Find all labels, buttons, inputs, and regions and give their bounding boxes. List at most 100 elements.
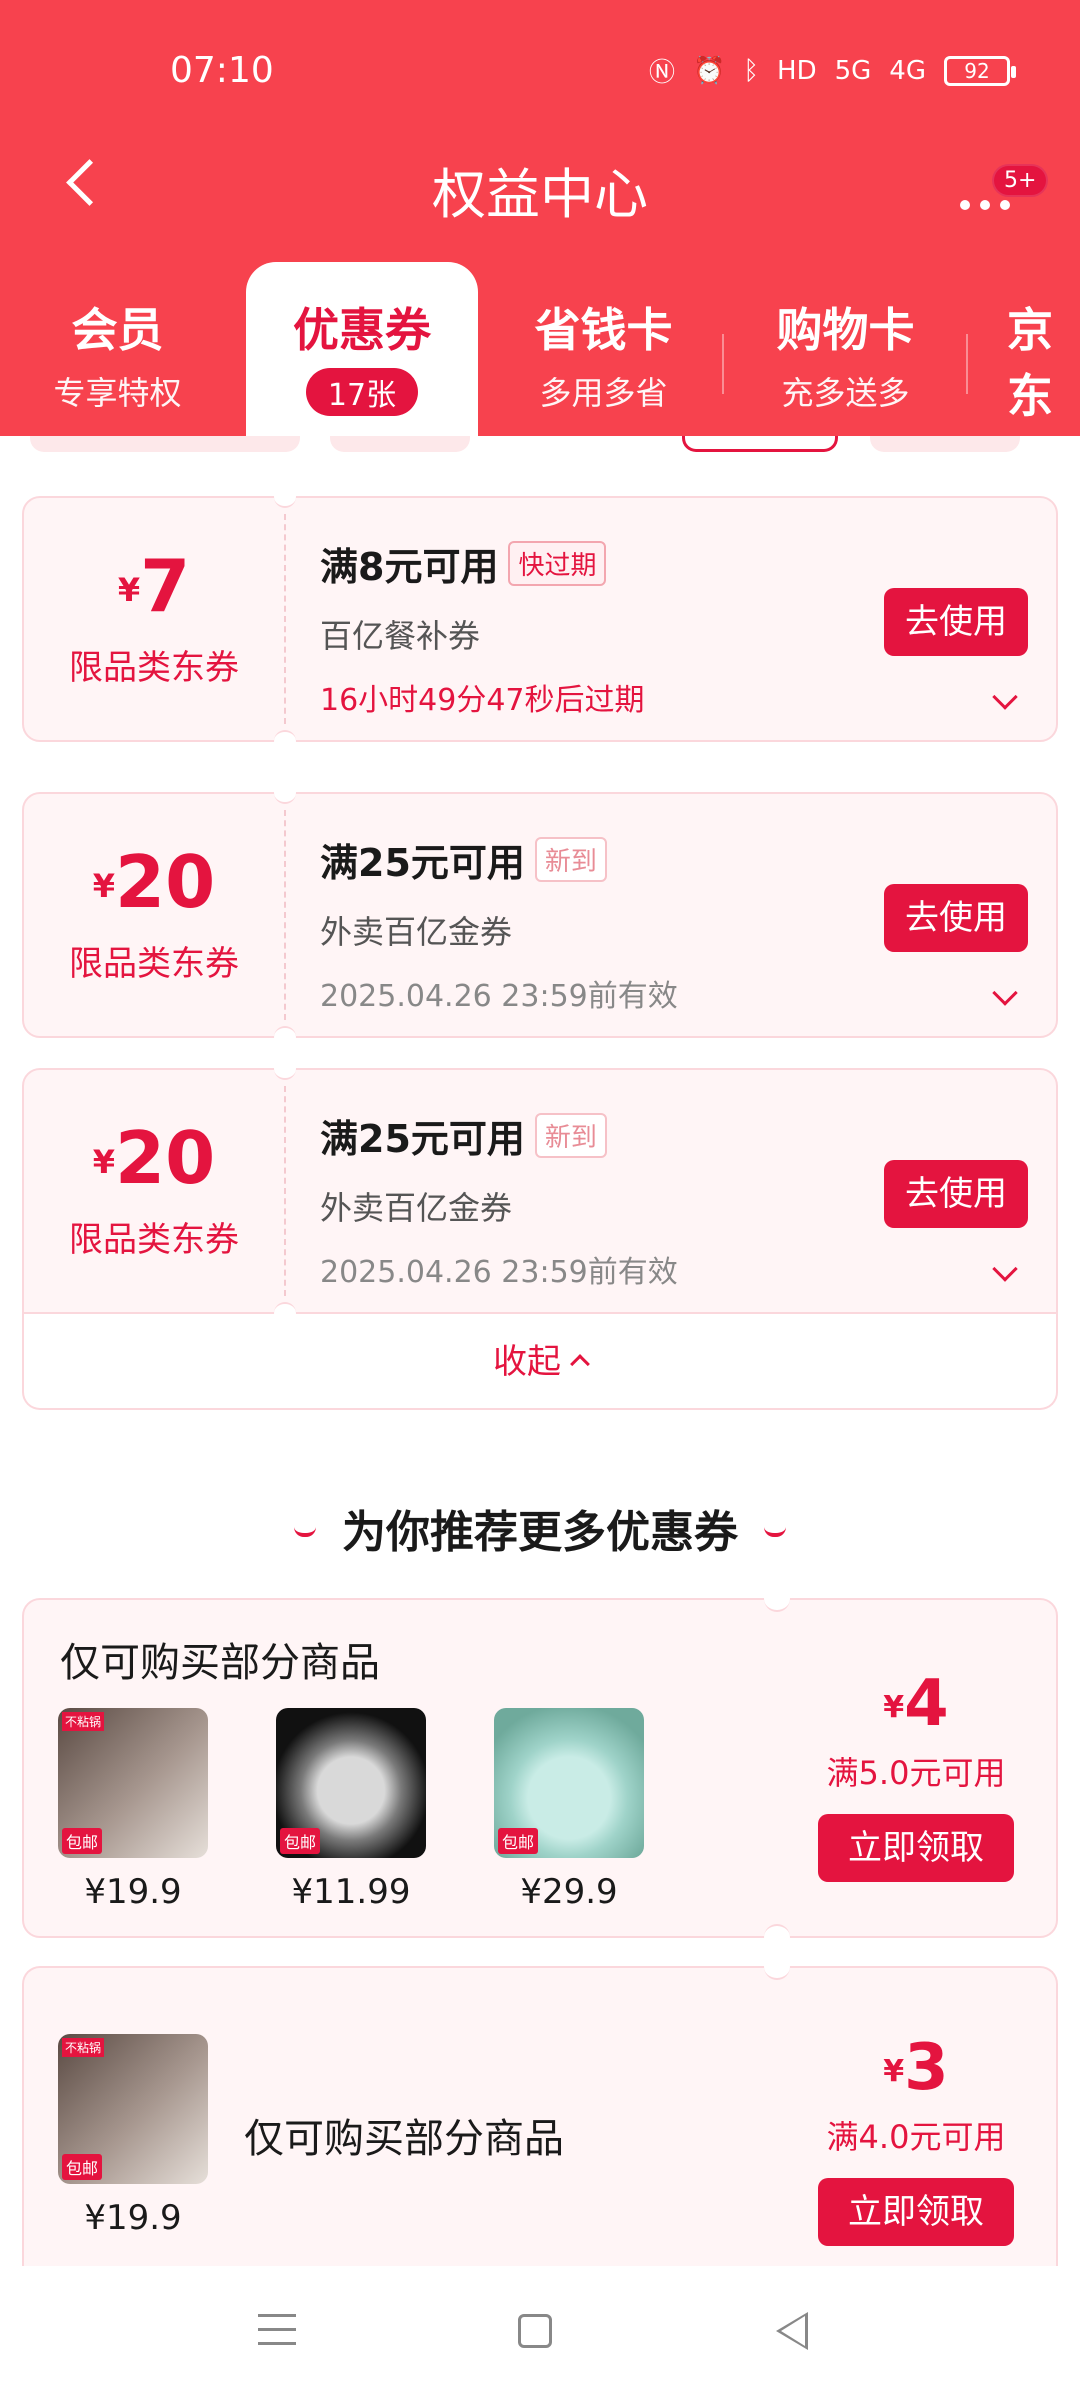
product-price: ¥11.99 (291, 1872, 411, 1912)
claim-button[interactable]: 立即领取 (818, 1814, 1014, 1882)
currency-symbol: ¥ (883, 2054, 905, 2089)
product-item[interactable]: 不粘锅 包邮 ¥19.9 (58, 1708, 208, 1912)
coupon-condition: 满4.0元可用 (826, 2118, 1006, 2156)
title-bar: 权益中心 5+ (0, 130, 1080, 240)
recommend-value: ¥3 满4.0元可用 立即领取 (816, 2036, 1016, 2246)
coupon-amount: 4 (904, 1667, 949, 1741)
tab-divider (722, 334, 724, 394)
recommend-title: 仅可购买部分商品 (60, 1640, 380, 1686)
product-item[interactable]: 包邮 ¥29.9 (494, 1708, 644, 1912)
use-button[interactable]: 去使用 (884, 884, 1028, 952)
filter-chip[interactable] (870, 436, 1020, 452)
product-item[interactable]: 包邮 ¥11.99 (276, 1708, 426, 1912)
tab-sub: 充多送多 (781, 374, 910, 412)
coupon-expiry: 2025.04.26 23:59前有效 (320, 1255, 678, 1290)
tab-label: 购物卡 (776, 303, 915, 357)
coupon-amount: 20 (115, 1116, 216, 1200)
nfc-icon: Ⓝ (649, 58, 676, 88)
tab-coupons[interactable]: 优惠券 17张 (246, 262, 478, 436)
recommend-title: 仅可购买部分商品 (244, 2116, 564, 2162)
more-button[interactable]: 5+ (950, 160, 1049, 220)
claim-button[interactable]: 立即领取 (818, 2178, 1014, 2246)
hd-icon: HD (777, 55, 817, 86)
product-price: ¥19.9 (84, 2198, 182, 2238)
recommend-coupon-card[interactable]: 仅可购买部分商品 不粘锅 包邮 ¥19.9 包邮 ¥11.99 包邮 ¥29.9… (22, 1586, 1058, 1950)
tab-label: 优惠券 (293, 303, 431, 357)
filter-chip[interactable] (30, 436, 300, 452)
4g-signal-icon: 4G (889, 55, 926, 86)
coupon-card[interactable]: ¥20 限品类东券 满25元可用 新到 外卖百亿金券 2025.04.26 23:… (22, 782, 1058, 1048)
new-tag: 新到 (534, 1113, 607, 1158)
filter-chip[interactable] (330, 436, 470, 452)
coupon-value: ¥20 限品类东券 (24, 1070, 284, 1312)
coupon-value: ¥7 限品类东券 (24, 498, 284, 740)
tab-savings-card[interactable]: 省钱卡 多用多省 (486, 262, 721, 436)
header: 07:10 Ⓝ ⏰ ᛒ HD 5G 4G 92 权益中心 5+ 会员 专享特权 … (0, 0, 1080, 472)
tab-label: 会员 (71, 303, 164, 357)
status-time: 07:10 (170, 50, 274, 91)
tab-divider (966, 334, 968, 394)
product-image: 不粘锅 包邮 (58, 1708, 208, 1858)
coupon-amount: 3 (904, 2031, 949, 2105)
filter-chips (0, 436, 1080, 466)
tab-shopping-card[interactable]: 购物卡 充多送多 (728, 262, 963, 436)
divider (284, 514, 286, 724)
use-button[interactable]: 去使用 (884, 1160, 1028, 1228)
tab-label: 京东 (1007, 303, 1053, 423)
recommend-value: ¥4 满5.0元可用 立即领取 (816, 1672, 1016, 1882)
coupon-info: 满25元可用 新到 外卖百亿金券 2025.04.26 23:59前有效 (320, 1108, 678, 1291)
product-item[interactable]: 不粘锅 包邮 ¥19.9 (58, 2034, 208, 2238)
bluetooth-icon: ᛒ (743, 55, 760, 86)
coupon-name: 外卖百亿金券 (320, 913, 513, 951)
chevron-down-icon[interactable] (992, 980, 1018, 1006)
coupon-info: 满8元可用 快过期 百亿餐补券 16小时49分47秒后过期 (320, 536, 645, 719)
collapse-button[interactable]: 收起 (22, 1314, 1058, 1410)
filter-chip-selected[interactable] (682, 436, 838, 452)
coupon-amount: 7 (140, 544, 191, 628)
free-shipping-badge: 包邮 (62, 1828, 103, 1854)
coupon-name: 外卖百亿金券 (320, 1189, 513, 1227)
product-label: 不粘锅 (62, 1712, 105, 1731)
coupon-expiry: 2025.04.26 23:59前有效 (320, 979, 678, 1014)
product-image: 不粘锅 包邮 (58, 2034, 208, 2184)
status-icons: Ⓝ ⏰ ᛒ HD 5G 4G 92 (649, 52, 1016, 89)
use-button[interactable]: 去使用 (884, 588, 1028, 656)
coupon-type: 限品类东券 (69, 1220, 239, 1260)
decoration-icon (764, 1527, 786, 1537)
product-image: 包邮 (494, 1708, 644, 1858)
chevron-down-icon[interactable] (992, 684, 1018, 710)
battery-icon: 92 (944, 55, 1016, 86)
expiring-tag: 快过期 (508, 541, 607, 586)
coupon-countdown: 16小时49分47秒后过期 (320, 683, 645, 718)
coupon-type: 限品类东券 (69, 648, 239, 688)
coupon-condition: 满25元可用 (320, 1117, 525, 1161)
coupon-count-badge: 17张 (305, 368, 419, 416)
coupon-card[interactable]: ¥20 限品类东券 满25元可用 新到 外卖百亿金券 2025.04.26 23:… (22, 1058, 1058, 1324)
currency-symbol: ¥ (92, 1143, 116, 1181)
coupon-card[interactable]: ¥7 限品类东券 满8元可用 快过期 百亿餐补券 16小时49分47秒后过期 去使… (22, 486, 1058, 752)
back-triangle-icon[interactable] (776, 2312, 808, 2350)
chevron-down-icon[interactable] (992, 1256, 1018, 1282)
section-title: 为你推荐更多优惠券 (0, 1496, 1080, 1560)
free-shipping-badge: 包邮 (62, 2154, 103, 2180)
home-icon[interactable] (518, 2314, 552, 2348)
new-tag: 新到 (534, 837, 607, 882)
coupon-condition: 满8元可用 (320, 545, 499, 589)
chevron-up-icon (570, 1354, 590, 1374)
currency-symbol: ¥ (92, 867, 116, 905)
menu-icon[interactable] (258, 2314, 296, 2348)
tab-sub: 专享特权 (53, 374, 182, 412)
tab-sub: 多用多省 (539, 374, 668, 412)
currency-symbol: ¥ (117, 571, 141, 609)
coupon-name: 百亿餐补券 (320, 617, 481, 655)
more-icon (960, 200, 1010, 210)
tab-bar: 会员 专享特权 优惠券 17张 省钱卡 多用多省 购物卡 充多送多 京东 ¥ (0, 262, 1080, 472)
page-title: 权益中心 (432, 163, 648, 226)
recommend-coupon-card[interactable]: 不粘锅 包邮 ¥19.9 仅可购买部分商品 ¥3 满4.0元可用 立即领取 (22, 1954, 1058, 2266)
tab-membership[interactable]: 会员 专享特权 (0, 262, 235, 436)
coupon-condition: 满5.0元可用 (826, 1754, 1006, 1792)
product-image: 包邮 (276, 1708, 426, 1858)
tab-jd[interactable]: 京东 ¥ (975, 262, 1080, 472)
section-title-text: 为你推荐更多优惠券 (342, 1507, 738, 1558)
free-shipping-badge: 包邮 (280, 1828, 321, 1854)
